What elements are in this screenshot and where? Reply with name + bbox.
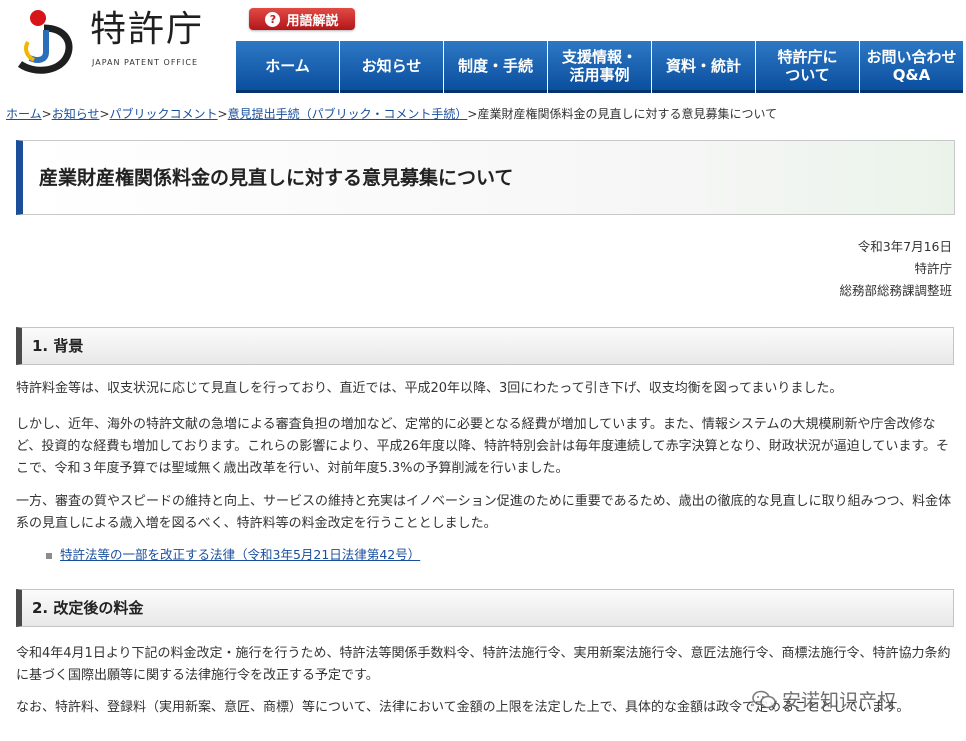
jpo-logo-icon — [17, 10, 73, 74]
breadcrumb-separator: > — [467, 107, 478, 121]
wechat-icon — [752, 690, 776, 708]
law-link[interactable]: 特許法等の一部を改正する法律（令和3年5月21日法律第42号） — [60, 547, 420, 562]
nav-label-2: ついて — [785, 65, 830, 84]
main-nav: ホーム お知らせ 制度・手続 支援情報・ 活用事例 資料・統計 特許庁に ついて… — [236, 41, 966, 93]
watermark-text: 安诺知识产权 — [782, 690, 897, 712]
section1-paragraph-1: 特許料金等は、収支状況に応じて見直しを行っており、直近では、平成20年以降、3回… — [16, 381, 843, 396]
breadcrumb-news[interactable]: お知らせ — [52, 107, 100, 121]
section1-paragraph-3: 一方、審査の質やスピードの維持と向上、サービスの維持と充実はイノベーション促進の… — [16, 494, 952, 531]
nav-label: ホーム — [265, 56, 310, 75]
nav-about[interactable]: 特許庁に ついて — [756, 41, 859, 93]
page-title-box: 産業財産権関係料金の見直しに対する意見募集について — [16, 140, 955, 215]
logo-name: 特許庁 — [90, 9, 205, 50]
section1-paragraph-2: しかし、近年、海外の特許文献の急増による審査負担の増加など、定常的に必要となる経… — [16, 417, 950, 476]
nav-label: 制度・手続 — [457, 56, 533, 75]
publisher-org: 特許庁 — [914, 261, 952, 276]
nav-support-cases[interactable]: 支援情報・ 活用事例 — [548, 41, 651, 93]
date-block: 令和3年7月16日 特許庁 総務部総務課調整班 — [839, 236, 952, 302]
breadcrumb-public-comment[interactable]: パブリックコメント — [110, 107, 218, 121]
publisher-dept: 総務部総務課調整班 — [839, 283, 952, 298]
section2-paragraph-1: 令和4年4月1日より下記の料金改定・施行を行うため、特許法等関係手数料令、特許法… — [16, 646, 951, 683]
site-header: 特許庁 JAPAN PATENT OFFICE ? 用語解説 ホーム お知らせ … — [0, 0, 966, 95]
breadcrumb-separator: > — [99, 107, 110, 121]
nav-label: 資料・統計 — [665, 56, 741, 75]
bullet-icon — [46, 552, 52, 559]
nav-label: 特許庁に — [777, 47, 838, 66]
law-link-item: 特許法等の一部を改正する法律（令和3年5月21日法律第42号） — [46, 544, 420, 563]
watermark: 安诺知识产权 — [752, 686, 896, 713]
nav-system-procedures[interactable]: 制度・手続 — [444, 41, 547, 93]
breadcrumb-opinion-procedure[interactable]: 意見提出手続（パブリック・コメント手続） — [228, 107, 468, 121]
breadcrumb-current: 産業財産権関係料金の見直しに対する意見募集について — [477, 107, 778, 121]
nav-label: お問い合わせ — [866, 47, 957, 66]
page-title: 産業財産権関係料金の見直しに対する意見募集について — [39, 167, 514, 189]
nav-label-2: 活用事例 — [569, 65, 630, 84]
logo-subtitle: JAPAN PATENT OFFICE — [92, 58, 199, 67]
glossary-label: 用語解説 — [286, 13, 339, 29]
breadcrumb: ホーム>お知らせ>パブリックコメント>意見提出手続（パブリック・コメント手続）>… — [6, 105, 777, 122]
breadcrumb-separator: > — [41, 107, 52, 121]
breadcrumb-home[interactable]: ホーム — [6, 107, 42, 121]
glossary-button[interactable]: ? 用語解説 — [249, 8, 355, 30]
question-icon: ? — [265, 11, 281, 27]
nav-home[interactable]: ホーム — [236, 41, 339, 93]
nav-contact-qa[interactable]: お問い合わせ Q&A — [860, 41, 963, 93]
nav-news[interactable]: お知らせ — [340, 41, 443, 93]
nav-label-2: Q&A — [892, 65, 931, 84]
section-heading-fees: 2. 改定後の料金 — [16, 589, 954, 627]
jpo-logo[interactable]: 特許庁 JAPAN PATENT OFFICE — [10, 4, 220, 84]
nav-statistics[interactable]: 資料・統計 — [652, 41, 755, 93]
nav-label: 支援情報・ — [561, 47, 637, 66]
publish-date: 令和3年7月16日 — [857, 239, 952, 254]
section-heading-background: 1. 背景 — [16, 327, 954, 365]
nav-label: お知らせ — [361, 56, 422, 75]
breadcrumb-separator: > — [217, 107, 228, 121]
